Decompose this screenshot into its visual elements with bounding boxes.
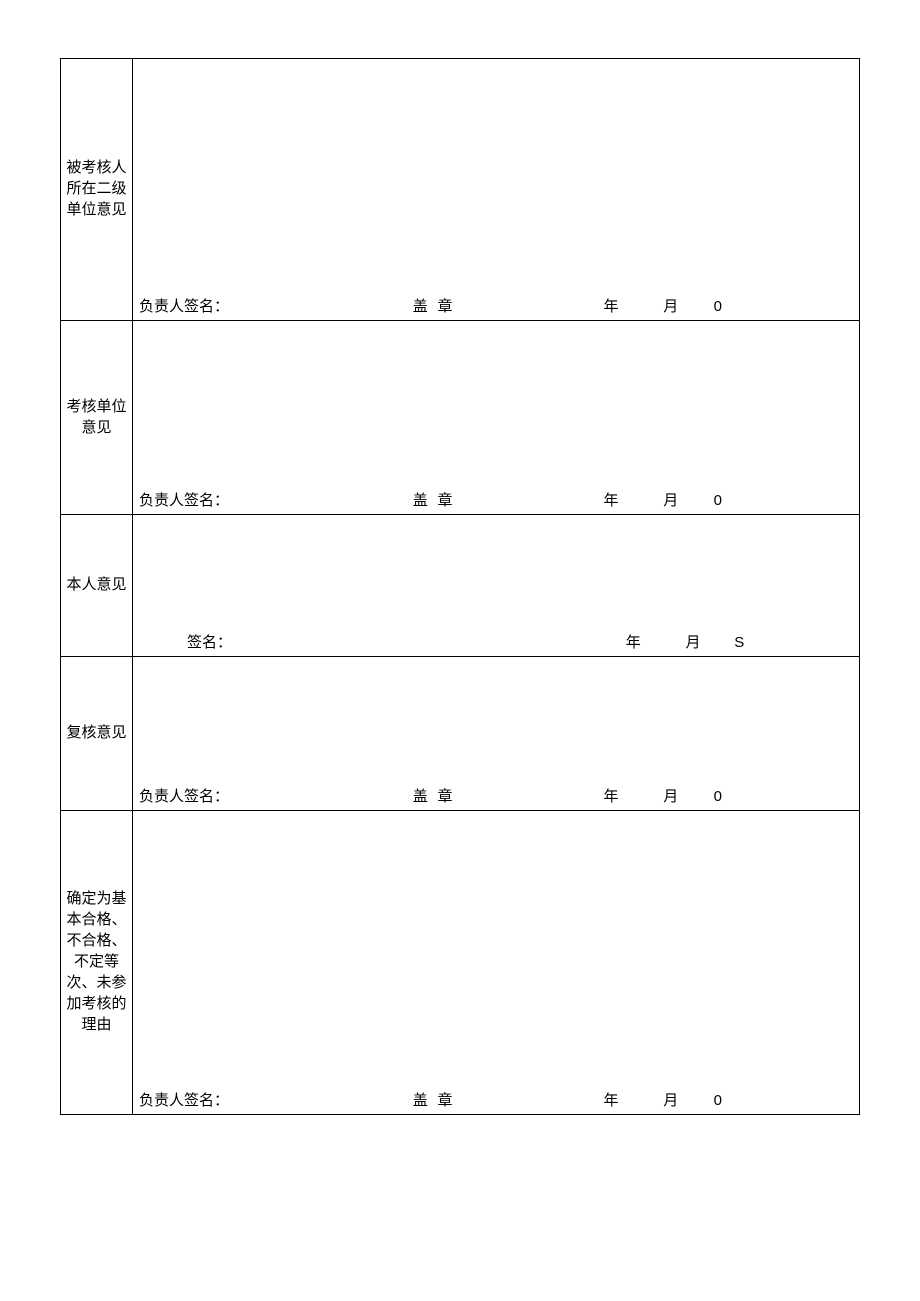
- row-content: 负责人签名： 盖 章 年 月 0: [133, 321, 860, 515]
- signature-line: 负责人签名： 盖 章 年 月 0: [133, 1091, 859, 1112]
- signature-line: 负责人签名： 盖 章 年 月 0: [133, 787, 859, 808]
- signature-line: 签名： 年 月 S: [133, 633, 859, 654]
- day-label: 0: [682, 491, 722, 511]
- month-label: 月: [645, 634, 701, 654]
- sign-label: 负责人签名：: [139, 492, 409, 512]
- seal-label: 盖 章: [413, 298, 553, 318]
- year-label: 年: [557, 492, 619, 512]
- month-label: 月: [622, 298, 678, 318]
- month-label: 月: [622, 788, 678, 808]
- month-label: 月: [622, 1092, 678, 1112]
- row-label: 被考核人所在二级单位意见: [61, 59, 133, 321]
- signature-line: 负责人签名： 盖 章 年 月 0: [133, 491, 859, 512]
- year-label: 年: [557, 788, 619, 808]
- row-label: 确定为基本合格、不合格、不定等次、未参加考核的理由: [61, 811, 133, 1115]
- day-label: 0: [682, 297, 722, 317]
- table-row: 本人意见 签名： 年 月 S: [61, 515, 860, 657]
- seal-label: 盖 章: [413, 788, 553, 808]
- seal-label: 盖 章: [413, 1092, 553, 1112]
- table-row: 复核意见 负责人签名： 盖 章 年 月 0: [61, 657, 860, 811]
- table-row: 考核单位意见 负责人签名： 盖 章 年 月 0: [61, 321, 860, 515]
- day-label: S: [704, 633, 744, 653]
- table-row: 被考核人所在二级单位意见 负责人签名： 盖 章 年 月 0: [61, 59, 860, 321]
- seal-label: 盖 章: [413, 492, 553, 512]
- row-label: 考核单位意见: [61, 321, 133, 515]
- signature-line: 负责人签名： 盖 章 年 月 0: [133, 297, 859, 318]
- row-content: 负责人签名： 盖 章 年 月 0: [133, 657, 860, 811]
- sign-label: 负责人签名：: [139, 1092, 409, 1112]
- day-label: 0: [682, 1091, 722, 1111]
- row-content: 签名： 年 月 S: [133, 515, 860, 657]
- sign-label: 负责人签名：: [139, 298, 409, 318]
- row-content: 负责人签名： 盖 章 年 月 0: [133, 811, 860, 1115]
- year-label: 年: [579, 634, 641, 654]
- approval-table: 被考核人所在二级单位意见 负责人签名： 盖 章 年 月 0 考核单位意见 负责人…: [60, 58, 860, 1115]
- sign-label: 签名：: [187, 634, 575, 654]
- sign-label: 负责人签名：: [139, 788, 409, 808]
- row-label: 本人意见: [61, 515, 133, 657]
- year-label: 年: [557, 1092, 619, 1112]
- row-label: 复核意见: [61, 657, 133, 811]
- day-label: 0: [682, 787, 722, 807]
- page: 被考核人所在二级单位意见 负责人签名： 盖 章 年 月 0 考核单位意见 负责人…: [0, 0, 920, 1301]
- row-content: 负责人签名： 盖 章 年 月 0: [133, 59, 860, 321]
- table-row: 确定为基本合格、不合格、不定等次、未参加考核的理由 负责人签名： 盖 章 年 月…: [61, 811, 860, 1115]
- year-label: 年: [557, 298, 619, 318]
- month-label: 月: [622, 492, 678, 512]
